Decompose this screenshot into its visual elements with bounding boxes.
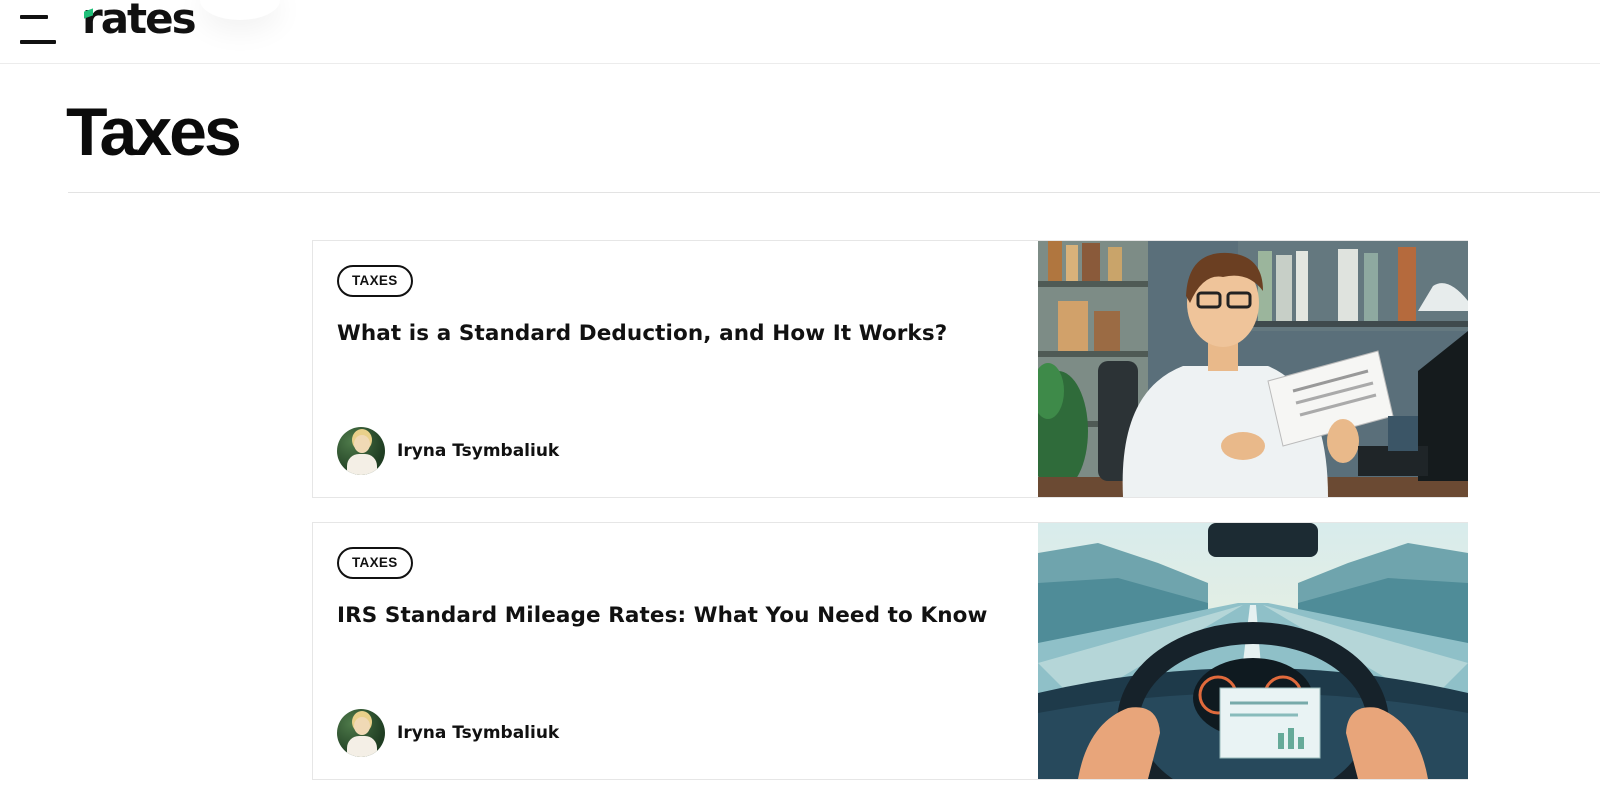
author-name: Iryna Tsymbaliuk [397, 441, 560, 461]
avatar [337, 427, 385, 475]
article-title[interactable]: What is a Standard Deduction, and How It… [337, 319, 1017, 349]
article-image[interactable] [1038, 523, 1468, 779]
avatar [337, 709, 385, 757]
hamburger-menu-icon[interactable] [20, 12, 56, 46]
article-author[interactable]: Iryna Tsymbaliuk [337, 427, 559, 475]
title-divider [68, 192, 1600, 193]
article-image[interactable] [1038, 241, 1468, 497]
article-author[interactable]: Iryna Tsymbaliuk [337, 709, 559, 757]
site-logo[interactable]: rates [82, 0, 197, 44]
page-title: Taxes [66, 94, 242, 170]
category-badge[interactable]: TAXES [337, 547, 413, 579]
article-title[interactable]: IRS Standard Mileage Rates: What You Nee… [337, 601, 1017, 631]
author-name: Iryna Tsymbaliuk [397, 723, 560, 743]
site-header: rates [0, 0, 1600, 64]
article-card[interactable]: TAXES IRS Standard Mileage Rates: What Y… [312, 522, 1468, 780]
header-shadow [200, 0, 280, 20]
category-badge[interactable]: TAXES [337, 265, 413, 297]
article-card[interactable]: TAXES What is a Standard Deduction, and … [312, 240, 1468, 498]
